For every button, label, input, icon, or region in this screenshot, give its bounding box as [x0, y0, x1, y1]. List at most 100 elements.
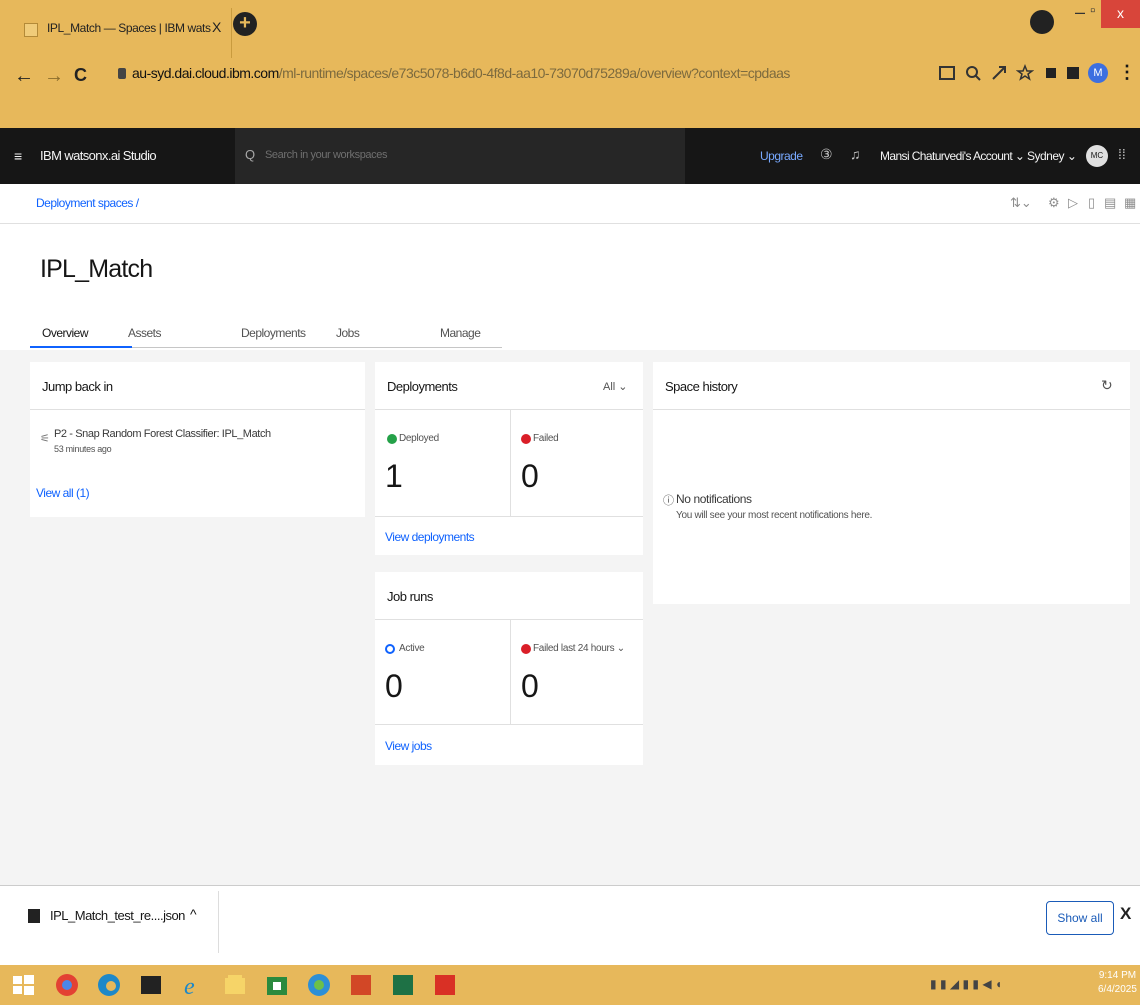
translate-icon[interactable] [938, 64, 956, 82]
jump-back-in-card: Jump back in ⚟ P2 - Snap Random Forest C… [30, 362, 365, 517]
url-domain: au-syd.dai.cloud.ibm.com [132, 65, 279, 81]
extensions-icon[interactable] [1042, 64, 1060, 82]
history-icon[interactable]: ▯ [1088, 195, 1095, 211]
minimize-button[interactable]: – [1075, 2, 1085, 23]
download-filename[interactable]: IPL_Match_test_re....json [50, 908, 185, 923]
download-bar-close-button[interactable]: X [1120, 904, 1131, 924]
tab-jobs[interactable]: Jobs [336, 326, 360, 340]
empty-state-text: You will see your most recent notificati… [676, 510, 873, 521]
app-header: ≡ IBM watsonx.ai Studio Q Search in your… [0, 128, 1140, 184]
edge-icon[interactable] [96, 972, 122, 998]
system-tray-icons[interactable]: ▮ ▮ ◢ ▮ ▮ ◀ ◖ [930, 977, 1002, 991]
tab-close-button[interactable]: X [212, 19, 221, 35]
deployed-count: 1 [385, 458, 403, 494]
space-history-title: Space history [665, 379, 738, 394]
maximize-button[interactable]: ▫ [1090, 2, 1095, 19]
reload-icon[interactable]: C [74, 65, 87, 86]
space-history-card: Space history ↻ ⓘ No notifications You w… [653, 362, 1130, 604]
bookmark-star-icon[interactable] [1016, 64, 1034, 82]
app-icon[interactable] [306, 972, 332, 998]
tab-list: Overview Assets Deployments Jobs Manage [30, 318, 502, 348]
excel-icon[interactable] [390, 972, 416, 998]
divider [375, 724, 643, 725]
page-title: IPL_Match [40, 255, 153, 283]
global-search[interactable]: Q Search in your workspaces [235, 128, 685, 184]
forward-arrow-icon[interactable]: → [44, 65, 64, 88]
internet-explorer-icon[interactable]: e [180, 972, 206, 998]
divider [375, 516, 643, 517]
browser-tab[interactable]: IPL_Match — Spaces | IBM wats X [14, 8, 232, 58]
taskbar-clock[interactable]: 9:14 PM 6/4/2025 [1098, 969, 1137, 997]
refresh-icon[interactable]: ↻ [1101, 377, 1113, 394]
job-runs-title[interactable]: Job runs [387, 589, 433, 604]
show-all-button[interactable]: Show all [1046, 901, 1114, 935]
view-all-link[interactable]: View all (1) [36, 486, 90, 500]
svg-text:e: e [184, 974, 195, 998]
failed-count: 0 [521, 458, 539, 494]
run-icon[interactable]: ▷ [1068, 195, 1078, 211]
profile-avatar[interactable]: M [1088, 63, 1108, 83]
download-bar: IPL_Match_test_re....json ^ Show all X [0, 885, 1140, 965]
powerpoint-icon[interactable] [348, 972, 374, 998]
windows-start-icon[interactable] [10, 972, 36, 998]
tab-deployments[interactable]: Deployments [241, 326, 306, 340]
breadcrumb[interactable]: Deployment spaces / [36, 196, 139, 210]
jump-back-title: Jump back in [42, 379, 113, 394]
clock-time: 9:14 PM [1098, 970, 1137, 981]
active-tab-indicator [30, 346, 132, 348]
recent-item-time: 53 minutes ago [54, 444, 112, 454]
divider [510, 620, 511, 724]
back-arrow-icon[interactable]: ← [14, 65, 34, 88]
deployed-label: Deployed [399, 433, 439, 444]
user-avatar[interactable]: MC [1086, 145, 1108, 167]
zoom-icon[interactable] [964, 64, 982, 82]
chrome-menu-icon[interactable]: ⋮ [1118, 62, 1136, 83]
deployments-card: Deployments All ⌄ Deployed 1 Failed 0 Vi… [375, 362, 643, 555]
failed-jobs-count: 0 [521, 668, 539, 704]
tab-manage[interactable]: Manage [440, 326, 481, 340]
deploy-menu-icon[interactable]: ⇅⌄ [1010, 195, 1032, 211]
share-icon[interactable] [990, 64, 1008, 82]
chrome-profile-icon[interactable] [1030, 10, 1054, 34]
account-switcher[interactable]: Mansi Chaturvedi's Account ⌄ [880, 149, 1025, 163]
search-input[interactable]: Search in your workspaces [265, 149, 387, 161]
lock-icon [118, 68, 126, 79]
store-icon[interactable] [264, 972, 290, 998]
chrome-icon[interactable] [54, 972, 80, 998]
recent-item-name[interactable]: P2 - Snap Random Forest Classifier: IPL_… [54, 428, 271, 440]
settings-icon[interactable]: ⚙ [1048, 195, 1060, 211]
info-panel-icon[interactable]: ▤ [1104, 195, 1116, 211]
terminal-icon[interactable] [138, 972, 164, 998]
empty-state-title: No notifications [676, 492, 752, 506]
chevron-up-icon[interactable]: ^ [190, 906, 197, 922]
sidepanel-icon[interactable] [1064, 64, 1082, 82]
failed-jobs-status-icon [521, 644, 531, 654]
new-tab-button[interactable]: + [233, 12, 257, 36]
file-explorer-icon[interactable] [222, 972, 248, 998]
region-selector[interactable]: Sydney ⌄ [1027, 149, 1077, 163]
deployments-filter[interactable]: All ⌄ [603, 380, 628, 393]
upgrade-link[interactable]: Upgrade [760, 149, 803, 163]
info-icon: ⓘ [663, 495, 674, 507]
view-deployments-link[interactable]: View deployments [385, 530, 475, 544]
acrobat-icon[interactable] [432, 972, 458, 998]
app-switcher-icon[interactable]: ⁞⁞ [1118, 146, 1126, 162]
brand-name[interactable]: IBM watsonx.ai Studio [40, 148, 157, 163]
notification-bell-icon[interactable]: ♫ [850, 146, 861, 162]
failed-jobs-filter[interactable]: Failed last 24 hours ⌄ [533, 643, 625, 654]
window-close-button[interactable]: x [1101, 0, 1140, 28]
url-input[interactable]: au-syd.dai.cloud.ibm.com/ml-runtime/spac… [112, 60, 1002, 88]
active-label: Active [399, 643, 425, 654]
model-icon: ⚟ [40, 433, 50, 445]
assets-panel-icon[interactable]: ▦ [1124, 195, 1136, 211]
view-jobs-link[interactable]: View jobs [385, 739, 432, 753]
divider [510, 410, 511, 516]
hamburger-menu-icon[interactable]: ≡ [14, 148, 22, 164]
help-icon[interactable]: ③ [820, 146, 833, 163]
search-icon: Q [245, 147, 256, 162]
windows-taskbar: e ▮ ▮ ◢ ▮ ▮ ◀ ◖ 9:14 PM 6/4/2025 [0, 965, 1140, 1005]
overview-content: Jump back in ⚟ P2 - Snap Random Forest C… [0, 350, 1140, 885]
tab-assets[interactable]: Assets [128, 326, 162, 340]
tab-overview[interactable]: Overview [42, 326, 89, 340]
failed-status-icon [521, 434, 531, 444]
